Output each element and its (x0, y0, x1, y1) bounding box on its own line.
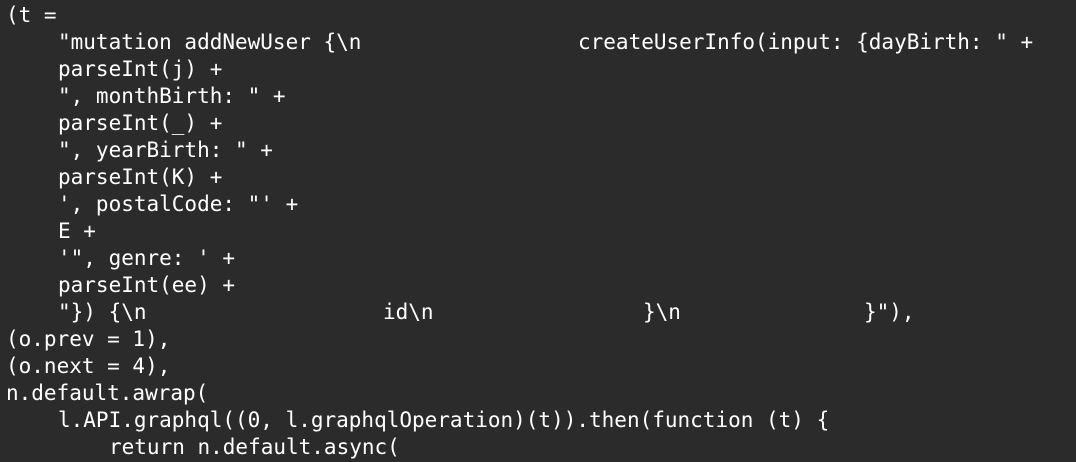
code-text: createUserInfo(input: {dayBirth: " + (578, 30, 1034, 54)
code-text: parseInt(j) + (58, 57, 223, 81)
code-line: l.API.graphql((0, l.graphqlOperation)(t)… (0, 407, 1076, 434)
code-text: ", yearBirth: " + (58, 138, 273, 162)
code-text: (o.next = 4), (6, 354, 171, 378)
code-line: n.default.awrap( (0, 380, 1076, 407)
code-line: ', postalCode: "' + (0, 191, 1076, 218)
code-line: ", yearBirth: " + (0, 137, 1076, 164)
code-text: '", genre: ' + (58, 246, 236, 270)
code-line: (t = (0, 2, 1076, 29)
code-text: ', postalCode: "' + (58, 192, 299, 216)
code-text: }\n (643, 300, 681, 324)
code-line: (o.next = 4), (0, 353, 1076, 380)
code-line: ", monthBirth: " + (0, 83, 1076, 110)
code-editor[interactable]: (t = "mutation addNewUser {\n createUser… (0, 0, 1076, 462)
code-text: parseInt(K) + (58, 165, 223, 189)
code-line: parseInt(j) + (0, 56, 1076, 83)
code-text: }"), (864, 300, 915, 324)
code-line: "mutation addNewUser {\n createUserInfo(… (0, 29, 1076, 56)
code-text: "mutation addNewUser {\n (58, 30, 362, 54)
code-text: "}) {\n (58, 300, 147, 324)
code-line: return n.default.async( (0, 434, 1076, 461)
code-text: (t = (6, 3, 57, 27)
code-text: E + (58, 219, 96, 243)
code-text: ", monthBirth: " + (58, 84, 286, 108)
code-line: '", genre: ' + (0, 245, 1076, 272)
code-line: E + (0, 218, 1076, 245)
code-text: return n.default.async( (109, 435, 400, 459)
code-text: id\n (383, 300, 434, 324)
code-text: parseInt(ee) + (58, 273, 236, 297)
code-text: (o.prev = 1), (6, 327, 171, 351)
code-line: (o.prev = 1), (0, 326, 1076, 353)
code-line: parseInt(K) + (0, 164, 1076, 191)
code-line: parseInt(ee) + (0, 272, 1076, 299)
code-text: parseInt(_) + (58, 111, 223, 135)
code-line: parseInt(_) + (0, 110, 1076, 137)
code-text: n.default.awrap( (6, 381, 209, 405)
code-text: l.API.graphql((0, l.graphqlOperation)(t)… (58, 408, 830, 432)
code-line: "}) {\n id\n }\n }"), (0, 299, 1076, 326)
